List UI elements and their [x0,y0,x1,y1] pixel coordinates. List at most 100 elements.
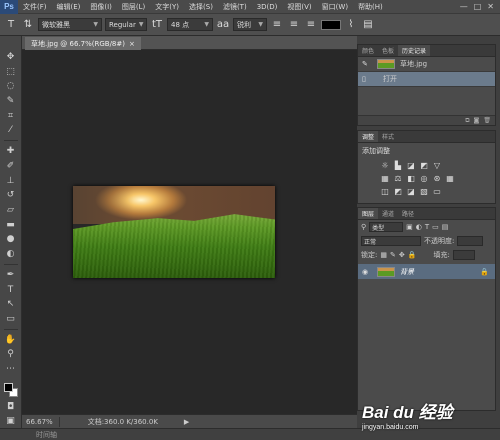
lock-position-icon[interactable]: ✥ [399,251,405,259]
align-right-icon[interactable]: ≡ [304,18,318,32]
menu-file[interactable]: 文件(F) [18,2,52,12]
menu-edit[interactable]: 编辑(E) [52,2,86,12]
crop-tool-icon[interactable]: ⌗ [3,109,19,123]
lock-transparent-icon[interactable]: ▦ [380,251,387,259]
new-document-icon[interactable]: ⧉ [465,117,469,125]
menu-window[interactable]: 窗口(W) [317,2,353,12]
close-icon[interactable]: × [129,40,135,48]
menu-help[interactable]: 帮助(H) [353,2,388,12]
levels-icon[interactable]: ▙ [393,161,403,170]
zoom-tool-icon[interactable]: ⚲ [3,348,19,362]
menu-select[interactable]: 选择(S) [184,2,218,12]
lasso-tool-icon[interactable]: ◌ [3,79,19,93]
type-tool-icon[interactable]: T [4,18,18,32]
eraser-tool-icon[interactable]: ▱ [3,203,19,217]
eyedropper-tool-icon[interactable]: ⁄ [3,124,19,138]
blend-mode-select[interactable]: 正常 [361,236,421,246]
filter-type-icon[interactable]: T [425,223,429,231]
color-swatches[interactable] [2,381,20,399]
screen-mode-icon[interactable]: ▣ [3,414,19,428]
shape-tool-icon[interactable]: ▭ [3,312,19,326]
threshold-icon[interactable]: ◪ [406,187,416,196]
tab-styles[interactable]: 样式 [378,131,398,142]
eye-icon[interactable]: ◉ [362,268,372,276]
menu-view[interactable]: 视图(V) [282,2,316,12]
move-tool-icon[interactable]: ✥ [3,50,19,64]
quick-select-tool-icon[interactable]: ✎ [3,94,19,108]
color-balance-icon[interactable]: ⚖ [393,174,403,183]
layer-row[interactable]: ◉ 背景 🔒 [358,264,495,279]
tab-adjustments[interactable]: 调整 [358,131,379,142]
foreground-color[interactable] [3,383,13,393]
invert-icon[interactable]: ◫ [380,187,390,196]
minimize-icon[interactable]: — [460,2,468,11]
black-white-icon[interactable]: ◧ [406,174,416,183]
clone-stamp-icon[interactable]: ⊥ [3,174,19,188]
camera-icon[interactable]: ◙ [474,117,480,124]
pen-tool-icon[interactable]: ✒ [3,268,19,282]
brightness-icon[interactable]: ☼ [380,161,390,170]
marquee-tool-icon[interactable]: ⬚ [3,65,19,79]
menu-type[interactable]: 文字(Y) [150,2,184,12]
lock-all-icon[interactable]: 🔒 [408,251,417,259]
healing-brush-icon[interactable]: ✚ [3,144,19,158]
selective-color-icon[interactable]: ▧ [419,187,429,196]
channel-mixer-icon[interactable]: ⊛ [432,174,442,183]
quick-mask-icon[interactable]: ◘ [3,400,19,414]
document-tab[interactable]: 草地.jpg @ 66.7%(RGB/8#) × [25,37,141,50]
canvas-area[interactable] [22,50,357,414]
font-style-select[interactable]: Regular ▼ [105,18,147,31]
app-logo[interactable]: Ps [0,0,18,14]
blur-tool-icon[interactable]: ● [3,233,19,247]
hue-saturation-icon[interactable]: ▦ [380,174,390,183]
menu-image[interactable]: 图像(I) [85,2,117,12]
zoom-level[interactable]: 66.67% [26,418,53,426]
opacity-field[interactable] [457,236,484,246]
history-brush-icon[interactable]: ↺ [3,188,19,202]
maximize-icon[interactable]: □ [474,2,482,11]
gradient-map-icon[interactable]: ▭ [432,187,442,196]
close-icon[interactable]: ✕ [487,2,494,11]
history-snapshot[interactable]: ✎ 草地.jpg [358,57,495,72]
menu-filter[interactable]: 滤镜(T) [218,2,252,12]
type-tool-icon[interactable]: T [3,283,19,297]
filter-pixel-icon[interactable]: ▣ [406,223,413,231]
photo-filter-icon[interactable]: ◎ [419,174,429,183]
more-tools-icon[interactable]: ⋯ [3,362,19,376]
posterize-icon[interactable]: ◩ [393,187,403,196]
brush-tool-icon[interactable]: ✐ [3,159,19,173]
gradient-tool-icon[interactable]: ▬ [3,218,19,232]
font-family-select[interactable]: 微软雅黑 ▼ [38,18,102,31]
vibrance-icon[interactable]: ▽ [432,161,442,170]
tab-swatches[interactable]: 色板 [378,45,398,56]
filter-smart-icon[interactable]: ▤ [442,223,449,231]
text-orientation-icon[interactable]: ⇅ [21,18,35,32]
tab-history[interactable]: 历史记录 [398,45,431,56]
menu-3d[interactable]: 3D(D) [252,3,283,11]
tab-channels[interactable]: 通道 [378,208,398,219]
layer-filter-select[interactable]: 类型 [369,222,404,232]
filter-shape-icon[interactable]: ▭ [432,223,439,231]
color-lookup-icon[interactable]: ▦ [445,174,455,183]
antialias-select[interactable]: 锐利 ▼ [233,18,267,31]
exposure-icon[interactable]: ◩ [419,161,429,170]
brush-source-icon[interactable]: ✎ [362,60,372,68]
document-image[interactable] [73,186,275,278]
font-size-select[interactable]: 48 点 ▼ [167,18,213,31]
fill-field[interactable] [452,250,475,260]
hand-tool-icon[interactable]: ✋ [3,333,19,347]
align-left-icon[interactable]: ≡ [270,18,284,32]
text-color-swatch[interactable] [321,19,341,30]
tab-paths[interactable]: 路径 [398,208,418,219]
history-state[interactable]: ▯ 打开 [358,72,495,87]
layer-name[interactable]: 背景 [400,267,414,277]
status-menu-arrow-icon[interactable]: ▶ [184,418,189,426]
menu-layer[interactable]: 图层(L) [117,2,150,12]
tab-layers[interactable]: 图层 [358,208,379,219]
align-center-icon[interactable]: ≡ [287,18,301,32]
tab-color[interactable]: 颜色 [358,45,378,56]
warp-text-icon[interactable]: ⌇ [344,18,358,32]
dodge-tool-icon[interactable]: ◐ [3,247,19,261]
character-panel-icon[interactable]: ▤ [361,18,375,32]
trash-icon[interactable]: 🗑 [483,117,491,124]
